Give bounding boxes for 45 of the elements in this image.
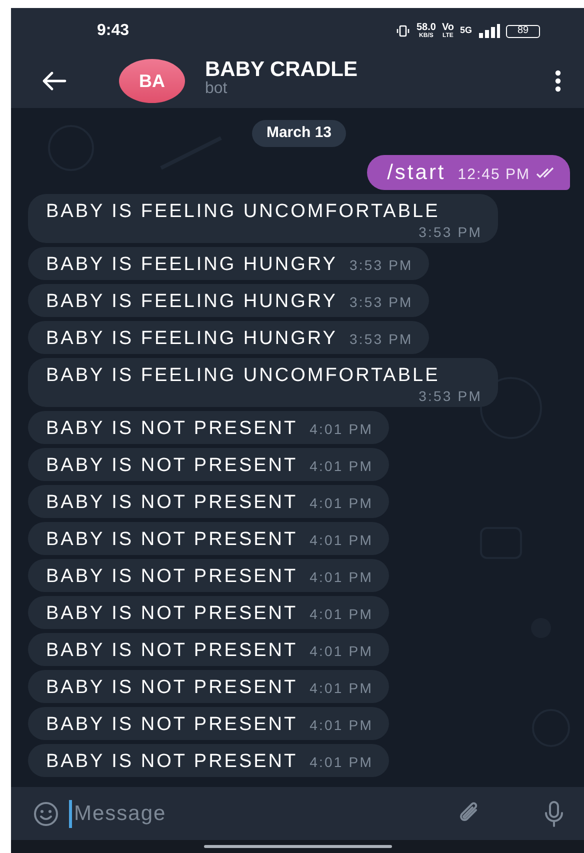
message-time: 4:01 PM — [310, 458, 373, 474]
signal-icon — [478, 24, 500, 38]
message-time: 4:01 PM — [310, 680, 373, 696]
chat-subtitle: bot — [205, 81, 228, 98]
message-text: BABY IS NOT PRESENT — [46, 564, 298, 588]
vibrate-icon — [396, 24, 410, 38]
message-time: 4:01 PM — [310, 568, 373, 584]
message-time: 4:01 PM — [310, 494, 373, 510]
message-text: /start — [387, 160, 446, 184]
message-time: 4:01 PM — [310, 642, 373, 658]
avatar[interactable]: BA — [119, 59, 185, 103]
message-text: BABY IS FEELING HUNGRY — [46, 326, 338, 350]
message-text: BABY IS FEELING HUNGRY — [46, 252, 338, 276]
battery-indicator: 89 — [506, 24, 540, 38]
message-text: BABY IS FEELING UNCOMFORTABLE — [46, 200, 441, 224]
message-text: BABY IS FEELING UNCOMFORTABLE — [46, 364, 441, 388]
message-text: BABY IS NOT PRESENT — [46, 528, 298, 552]
network-type: 5G — [460, 24, 472, 38]
message-text: BABY IS NOT PRESENT — [46, 638, 298, 662]
message-time: 4:01 PM — [310, 532, 373, 548]
microphone-icon[interactable] — [544, 800, 564, 828]
message-time: 12:45 PM — [458, 166, 530, 182]
message-text: BABY IS FEELING HUNGRY — [46, 290, 338, 314]
chat-title: BABY CRADLE — [205, 58, 358, 81]
emoji-icon[interactable] — [33, 800, 59, 826]
message-text: BABY IS NOT PRESENT — [46, 676, 298, 700]
clock-time: 9:43 — [97, 21, 130, 41]
message-time: 4:01 PM — [310, 716, 373, 732]
message-time: 4:01 PM — [310, 754, 373, 770]
message-text: BABY IS NOT PRESENT — [46, 454, 298, 478]
message-text: BABY IS NOT PRESENT — [46, 602, 298, 626]
message-time: 3:53 PM — [349, 330, 413, 346]
message-text: BABY IS NOT PRESENT — [46, 712, 298, 736]
message-text: BABY IS NOT PRESENT — [46, 490, 298, 514]
message-time: 4:01 PM — [310, 420, 373, 436]
message-time: 4:01 PM — [310, 606, 373, 622]
message-time: 3:53 PM — [418, 224, 482, 240]
message-text: BABY IS NOT PRESENT — [46, 416, 298, 440]
more-menu-icon[interactable] — [554, 70, 562, 92]
message-text: BABY IS NOT PRESENT — [46, 750, 298, 774]
date-chip: March 13 — [252, 120, 346, 146]
message-time: 3:53 PM — [349, 256, 413, 272]
back-arrow-icon[interactable] — [41, 71, 67, 91]
message-time: 3:53 PM — [418, 388, 482, 404]
message-time: 3:53 PM — [349, 294, 413, 310]
